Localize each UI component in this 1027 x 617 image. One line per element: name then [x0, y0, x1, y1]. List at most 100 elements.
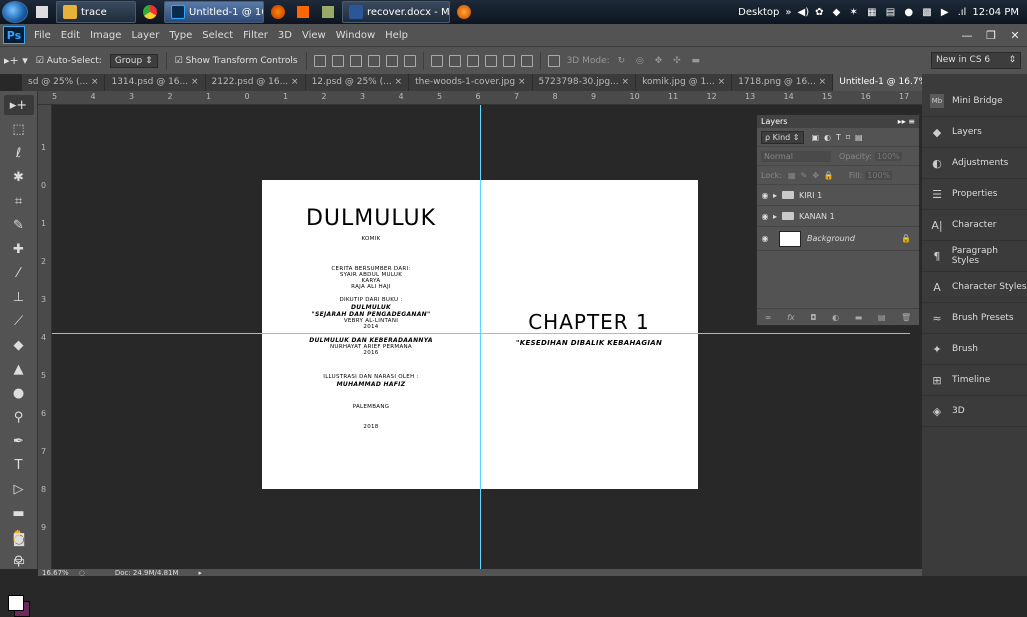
align-bottom-icon[interactable] — [349, 54, 362, 67]
close-button[interactable]: ✕ — [1003, 24, 1027, 46]
pen-tool-icon[interactable]: ✒ — [4, 431, 34, 451]
mask-icon[interactable]: ◘ — [810, 313, 816, 322]
move-tool-icon[interactable]: ▸+ ▾ — [4, 54, 28, 67]
tray-chevron-icon[interactable]: » — [785, 7, 791, 18]
healing-tool-icon[interactable]: ✚ — [4, 239, 34, 259]
quick-mask-icon[interactable]: ◙ — [4, 529, 34, 549]
distribute-right-icon[interactable] — [520, 54, 533, 67]
tab-doc-7[interactable]: komik.jpg @ 1... × — [636, 74, 733, 91]
blur-tool-icon[interactable]: ● — [4, 383, 34, 403]
filter-icons[interactable]: ▣◐T⌑▤ — [812, 133, 868, 142]
tab-doc-8[interactable]: 1718.png @ 16... × — [732, 74, 834, 91]
eyedropper-tool-icon[interactable]: ✎ — [4, 215, 34, 235]
panel-paragraph-styles[interactable]: ¶ Paragraph Styles — [922, 241, 1027, 272]
workspace-switcher[interactable]: New in CS 6 ⇕ — [931, 52, 1021, 69]
zoom-level[interactable]: 16.67% — [42, 569, 69, 577]
align-vcenter-icon[interactable] — [331, 54, 344, 67]
kind-filter[interactable]: ρ Kind ⇕ — [761, 130, 804, 144]
panel-menu-icon[interactable]: ▸▸ ≡ — [898, 117, 915, 126]
taskbar-window-word[interactable]: recover.docx - Micro... — [342, 1, 450, 23]
foreground-color[interactable] — [8, 595, 24, 611]
menu-filter[interactable]: Filter — [243, 30, 268, 41]
adjustment-icon[interactable]: ◐ — [832, 313, 839, 322]
lasso-tool-icon[interactable]: ℓ — [4, 143, 34, 163]
expand-arrow-icon[interactable]: ▸ — [773, 212, 777, 221]
menu-window[interactable]: Window — [336, 30, 375, 41]
guide-vertical[interactable] — [480, 105, 481, 569]
panel-mini-bridge[interactable]: Mb Mini Bridge — [922, 86, 1027, 117]
volume-icon[interactable]: ◀) — [798, 7, 810, 18]
stamp-tool-icon[interactable]: ⊥ — [4, 287, 34, 307]
align-right-icon[interactable] — [403, 54, 416, 67]
desktop-toolbar-label[interactable]: Desktop — [738, 7, 779, 18]
fx-icon[interactable]: fx — [787, 313, 795, 322]
brush-tool-icon[interactable]: ⁄ — [4, 263, 34, 283]
align-left-icon[interactable] — [367, 54, 380, 67]
quick-select-tool-icon[interactable]: ✱ — [4, 167, 34, 187]
dodge-tool-icon[interactable]: ⚲ — [4, 407, 34, 427]
move-tool-icon[interactable]: ▸+ — [3, 95, 34, 115]
tab-doc-3[interactable]: 2122.psd @ 16... × — [206, 74, 306, 91]
color-swatches[interactable] — [8, 595, 30, 617]
menu-image[interactable]: Image — [90, 30, 121, 41]
eye-icon[interactable]: ◉ — [757, 191, 773, 200]
align-hcenter-icon[interactable] — [385, 54, 398, 67]
panel-character-styles[interactable]: A Character Styles — [922, 272, 1027, 303]
restore-button[interactable]: ❐ — [979, 24, 1003, 46]
3d-mode-icons[interactable]: ↻ ◎ ✥ ✣ ▬ — [618, 56, 704, 66]
layers-tab[interactable]: Layers — [761, 117, 787, 126]
status-arrow-icon[interactable]: ▸ — [199, 569, 203, 577]
chrome-icon[interactable] — [139, 1, 161, 23]
blend-mode-dropdown[interactable]: Normal — [761, 150, 831, 162]
distribute-vcenter-icon[interactable] — [448, 54, 461, 67]
tab-doc-6[interactable]: 5723798-30.jpg... × — [533, 74, 637, 91]
tab-untitled-1[interactable]: Untitled-1 @ 16.7% (RGB/8) * × — [833, 74, 922, 91]
guide-horizontal[interactable] — [52, 333, 910, 334]
distribute-left-icon[interactable] — [484, 54, 497, 67]
media-icon[interactable] — [292, 1, 314, 23]
tray-icons[interactable]: ✿ ◆ ✶ ▦ ▤ ● ▩ ▶ — [815, 7, 951, 18]
start-button[interactable] — [2, 1, 28, 23]
new-group-icon[interactable]: ▬ — [855, 313, 863, 322]
signal-icon[interactable]: .ıl — [958, 7, 967, 18]
eye-icon[interactable]: ◉ — [757, 212, 773, 221]
screen-mode-icon[interactable]: ▭ — [4, 551, 34, 571]
taskbar-window-photoshop[interactable]: Untitled-1 @ 16.7% (... — [164, 1, 264, 23]
menu-type[interactable]: Type — [169, 30, 192, 41]
minimize-button[interactable]: — — [955, 24, 979, 46]
eraser-tool-icon[interactable]: ◆ — [4, 335, 34, 355]
panel-brush-presets[interactable]: ≈ Brush Presets — [922, 303, 1027, 334]
panel-character[interactable]: A| Character — [922, 210, 1027, 241]
panel-adjustments[interactable]: ◐ Adjustments — [922, 148, 1027, 179]
menu-3d[interactable]: 3D — [278, 30, 292, 41]
tab-doc-1[interactable]: sd @ 25% (... × — [22, 74, 106, 91]
menu-file[interactable]: File — [34, 30, 51, 41]
shape-tool-icon[interactable]: ▬ — [4, 503, 34, 523]
tab-doc-2[interactable]: 1314.psd @ 16... × — [105, 74, 206, 91]
lock-icons[interactable]: ▦✎✥🔒 — [788, 171, 839, 180]
crop-tool-icon[interactable]: ⌗ — [4, 191, 34, 211]
panel-timeline[interactable]: ⊞ Timeline — [922, 365, 1027, 396]
menu-view[interactable]: View — [302, 30, 326, 41]
firefox-icon[interactable] — [267, 1, 289, 23]
layer-row-background[interactable]: ◉ Background 🔒 — [757, 227, 919, 251]
marquee-tool-icon[interactable]: ⬚ — [4, 119, 34, 139]
eye-icon[interactable]: ◉ — [757, 234, 773, 243]
path-select-tool-icon[interactable]: ▷ — [4, 479, 34, 499]
menu-select[interactable]: Select — [202, 30, 233, 41]
autoselect-dropdown[interactable]: Group ⇕ — [109, 53, 158, 68]
panel-layers[interactable]: ◆ Layers — [922, 117, 1027, 148]
new-layer-icon[interactable]: ▤ — [878, 313, 886, 322]
status-info-icon[interactable]: ◌ — [79, 569, 85, 577]
distribute-hcenter-icon[interactable] — [502, 54, 515, 67]
menu-help[interactable]: Help — [385, 30, 408, 41]
distribute-top-icon[interactable] — [430, 54, 443, 67]
gradient-tool-icon[interactable]: ▲ — [4, 359, 34, 379]
menu-layer[interactable]: Layer — [131, 30, 159, 41]
expand-arrow-icon[interactable]: ▸ — [773, 191, 777, 200]
taskbar-window-trace[interactable]: trace — [56, 1, 136, 23]
tab-doc-4[interactable]: 12.psd @ 25% (... × — [306, 74, 410, 91]
trash-icon[interactable]: 🗑 — [901, 313, 911, 322]
panel-3d[interactable]: ◈ 3D — [922, 396, 1027, 427]
fill-value[interactable]: 100% — [865, 170, 893, 180]
